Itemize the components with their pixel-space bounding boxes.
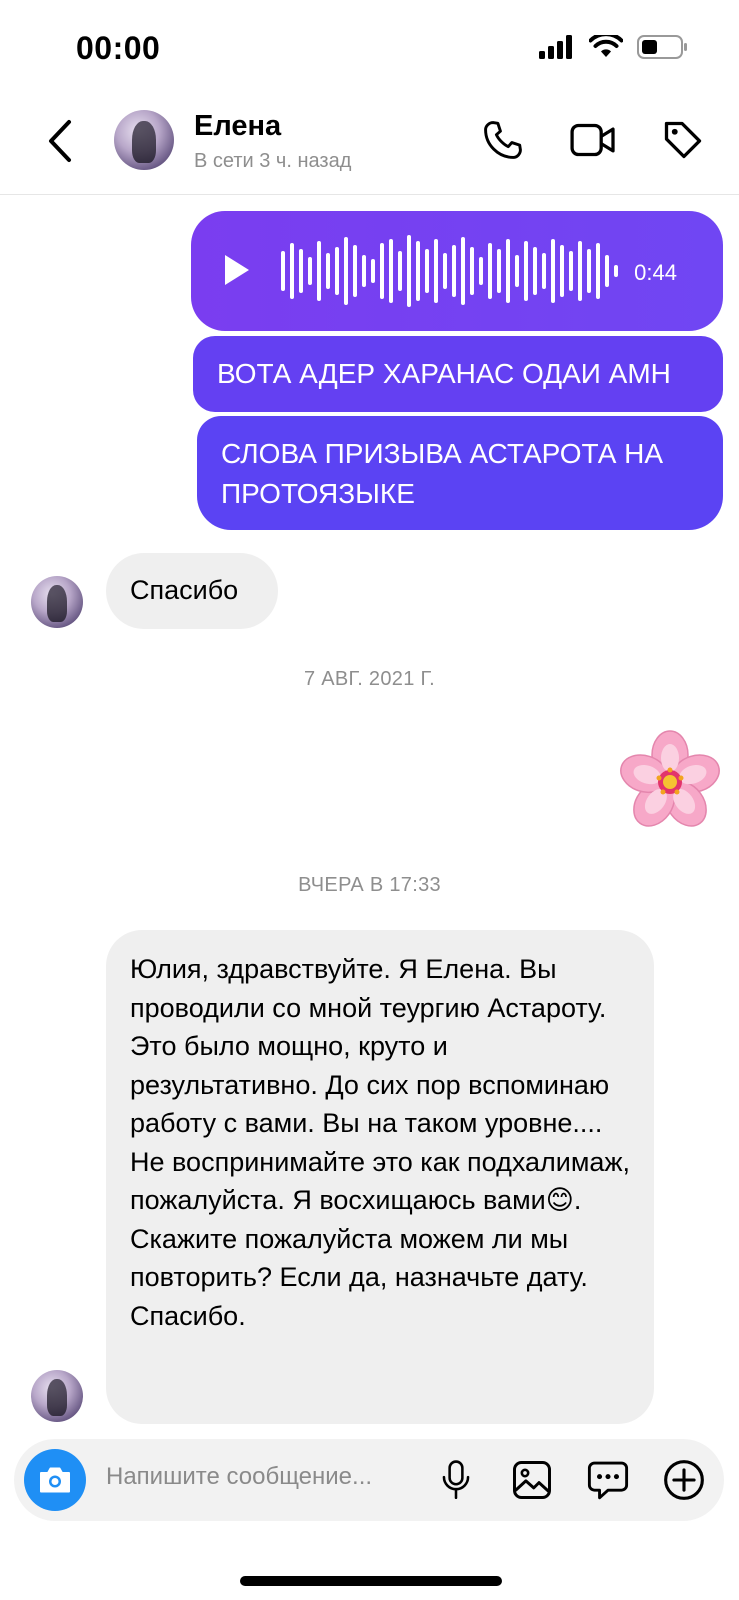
message-text: СЛОВА ПРИЗЫВА АСТАРОТА НА ПРОТОЯЗЫКЕ xyxy=(221,438,664,509)
incoming-message[interactable]: Спасибо xyxy=(106,553,278,629)
gallery-button[interactable] xyxy=(506,1451,558,1509)
video-camera-icon xyxy=(570,123,615,157)
gallery-icon xyxy=(513,1461,551,1499)
date-separator: ВЧЕРА В 17:33 xyxy=(298,874,441,896)
play-icon xyxy=(225,255,249,285)
signal-icon xyxy=(539,35,575,64)
video-call-button[interactable] xyxy=(567,114,619,166)
message-text: Юлия, здравствуйте. Я Елена. Вы проводил… xyxy=(130,954,631,1331)
message-input[interactable] xyxy=(106,1463,416,1491)
tag-icon xyxy=(664,121,702,159)
chat-header: Елена В сети 3 ч. назад xyxy=(0,96,739,195)
status-icons xyxy=(539,32,689,65)
camera-button[interactable] xyxy=(24,1449,86,1511)
phone-icon xyxy=(484,121,522,159)
microphone-icon xyxy=(442,1460,470,1499)
contact-status: В сети 3 ч. назад xyxy=(194,150,352,172)
voice-duration: 0:44 xyxy=(634,260,677,285)
cherry-blossom-sticker[interactable] xyxy=(618,730,722,834)
sender-avatar[interactable] xyxy=(31,576,83,628)
camera-icon xyxy=(40,1467,70,1493)
sticker-chat-icon xyxy=(587,1461,629,1500)
header-actions xyxy=(477,114,709,166)
back-chevron-icon xyxy=(49,120,71,162)
voice-message: 0:44 xyxy=(191,211,723,331)
battery-icon xyxy=(637,34,689,65)
message-composer xyxy=(14,1439,724,1521)
contact-name[interactable]: Елена xyxy=(194,110,281,143)
sender-avatar[interactable] xyxy=(31,1370,83,1422)
tag-button[interactable] xyxy=(657,114,709,166)
composer-actions xyxy=(430,1451,710,1509)
add-icon xyxy=(664,1460,704,1500)
status-time: 00:00 xyxy=(76,30,161,66)
message-text: ВОТА АДЕР ХАРАНАС ОДАИ АМН xyxy=(217,358,671,389)
outgoing-message[interactable]: СЛОВА ПРИЗЫВА АСТАРОТА НА ПРОТОЯЗЫКЕ xyxy=(197,416,723,530)
outgoing-message[interactable]: ВОТА АДЕР ХАРАНАС ОДАИ АМН xyxy=(193,336,723,412)
wifi-icon xyxy=(588,32,624,64)
date-separator: 7 АВГ. 2021 Г. xyxy=(303,668,436,690)
voice-record-button[interactable] xyxy=(430,1451,482,1509)
chat-screen: 00:00 Елена В сети 3 ч. назад 0:44 ВОТА … xyxy=(0,0,739,1600)
status-bar: 00:00 xyxy=(0,0,739,96)
back-button[interactable] xyxy=(40,116,80,166)
add-button[interactable] xyxy=(658,1451,710,1509)
contact-avatar[interactable] xyxy=(114,110,174,170)
sticker-button[interactable] xyxy=(582,1451,634,1509)
call-button[interactable] xyxy=(477,114,529,166)
incoming-message[interactable]: Юлия, здравствуйте. Я Елена. Вы проводил… xyxy=(106,930,654,1424)
home-indicator[interactable] xyxy=(240,1576,502,1586)
message-text: Спасибо xyxy=(130,575,239,605)
play-button[interactable] xyxy=(223,253,251,298)
